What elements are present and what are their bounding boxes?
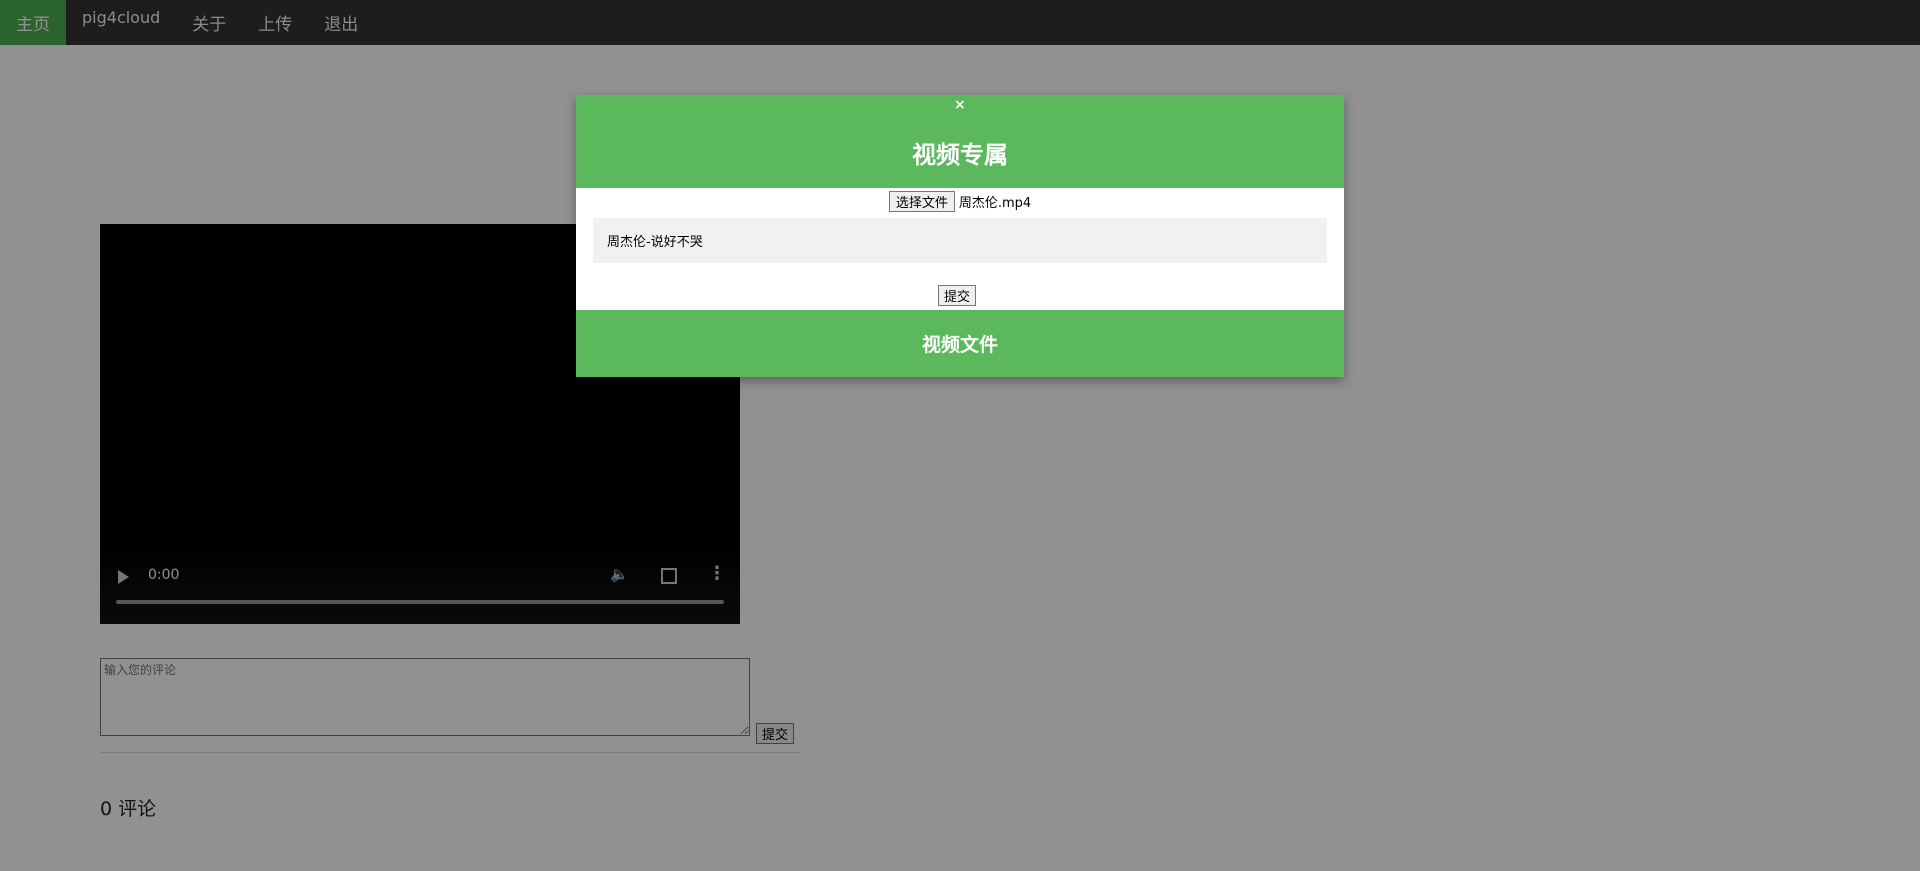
upload-modal: × 视频专属 选择文件 周杰伦.mp4 提交 视频文件 [576,95,1344,377]
modal-footer: 视频文件 [576,310,1344,377]
modal-submit-button[interactable]: 提交 [938,285,977,306]
selected-file-name: 周杰伦.mp4 [958,196,1032,211]
choose-file-button[interactable]: 选择文件 [888,191,955,212]
video-title-input[interactable] [593,218,1327,263]
page: 主页 pig4cloud 关于 上传 退出 0:00 🔈 ⋮ 提交 0 评论 ×… [0,0,1920,871]
file-picker-row: 选择文件 周杰伦.mp4 [576,191,1344,212]
modal-header: × 视频专属 [576,95,1344,188]
modal-title: 视频专属 [912,141,1008,169]
close-icon[interactable]: × [954,97,966,113]
